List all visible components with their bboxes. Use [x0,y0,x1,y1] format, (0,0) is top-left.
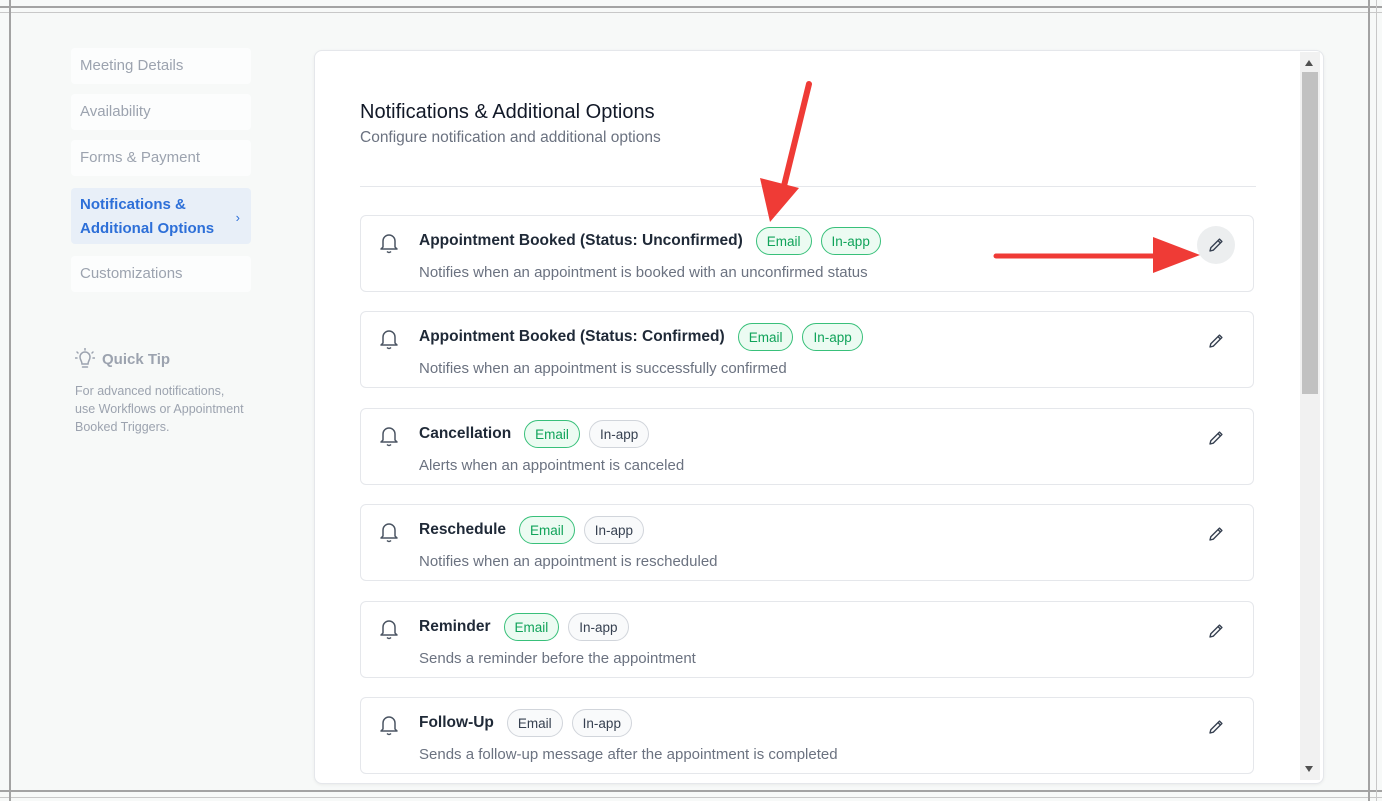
chevron-right-icon: › [235,210,240,225]
divider [360,186,1256,187]
notification-description: Sends a reminder before the appointment [419,650,696,667]
scrollbar[interactable] [1300,52,1320,780]
page-title: Notifications & Additional Options [360,101,655,123]
notification-row: Cancellation Email In-app Alerts when an ap… [360,408,1254,485]
scroll-down-arrow-icon[interactable] [1305,766,1313,772]
notification-name: Appointment Booked (Status: Unconfirmed) [419,232,743,249]
inapp-badge[interactable]: In-app [571,709,632,737]
email-badge[interactable]: Email [524,420,580,448]
notification-row: Reminder Email In-app Sends a reminder befo… [360,601,1254,678]
email-badge[interactable]: Email [737,323,794,351]
edit-button[interactable] [1197,515,1235,553]
notification-description: Sends a follow-up message after the appo… [419,746,838,763]
notification-name: Reschedule [419,521,507,538]
sidebar-item-availability[interactable]: Availability [71,94,251,130]
scrollbar-thumb[interactable] [1302,72,1318,394]
notification-name: Reminder [419,618,491,635]
sidebar-item-label: Notifications & Additional Options [80,196,215,237]
notification-row: Appointment Booked (Status: Unconfirmed)… [360,215,1254,292]
frame-line-bottom-inner [0,797,1382,798]
frame-line-top [0,6,1382,8]
quick-tip-title: Quick Tip [102,350,171,368]
notification-description: Alerts when an appointment is canceled [419,457,685,474]
notification-name: Cancellation [419,425,512,442]
lightbulb-icon [75,348,95,368]
bell-icon [379,425,399,452]
inapp-badge[interactable]: In-app [583,516,645,544]
edit-button[interactable] [1197,322,1235,360]
notification-row: Follow-Up Email In-app Sends a follow-up me… [360,697,1254,774]
email-badge[interactable]: Email [519,516,575,544]
email-badge[interactable]: Email [506,709,563,737]
edit-button[interactable] [1197,419,1235,457]
email-badge[interactable]: Email [755,227,812,255]
edit-button[interactable] [1197,226,1235,264]
pencil-icon [1207,525,1225,543]
sidebar-item-label: Meeting Details [80,57,184,74]
inapp-badge[interactable]: In-app [802,323,863,351]
frame-line-bottom [0,790,1382,792]
notification-name: Follow-Up [419,714,494,731]
quick-tip-text: For advanced notifications, use Workflow… [75,384,244,434]
frame-line-top-inner [0,12,1382,13]
sidebar-item-meeting-details[interactable]: Meeting Details [71,48,251,84]
scroll-up-arrow-icon[interactable] [1305,60,1313,66]
frame-line-right-outer [1376,0,1377,801]
edit-button[interactable] [1197,612,1235,650]
inapp-badge[interactable]: In-app [588,420,650,448]
frame-line-left [9,0,11,801]
pencil-icon [1207,236,1225,254]
sidebar-item-notifications[interactable]: Notifications & Additional Options › [71,188,251,244]
inapp-badge[interactable]: In-app [568,613,629,641]
sidebar-item-forms-payment[interactable]: Forms & Payment [71,140,251,176]
sidebar-item-label: Customizations [80,265,183,282]
pencil-icon [1207,622,1225,640]
frame-line-right [1368,0,1370,801]
quick-tip: Quick Tip For advanced notifications, us… [75,348,255,436]
bell-icon [379,618,399,645]
pencil-icon [1207,718,1225,736]
sidebar-item-label: Availability [80,103,151,120]
notification-description: Notifies when an appointment is successf… [419,360,787,377]
bell-icon [379,521,399,548]
pencil-icon [1207,332,1225,350]
email-badge[interactable]: Email [503,613,560,641]
edit-button[interactable] [1197,708,1235,746]
notification-row: Appointment Booked (Status: Confirmed) Em… [360,311,1254,388]
inapp-badge[interactable]: In-app [820,227,881,255]
page-subtitle: Configure notification and additional op… [360,129,661,146]
bell-icon [379,328,399,355]
pencil-icon [1207,429,1225,447]
notification-description: Notifies when an appointment is reschedu… [419,553,718,570]
sidebar-item-label: Forms & Payment [80,149,201,166]
notification-row: Reschedule Email In-app Notifies when an ap… [360,504,1254,581]
sidebar-item-customizations[interactable]: Customizations [71,256,251,292]
notification-description: Notifies when an appointment is booked w… [419,264,868,281]
bell-icon [379,714,399,741]
bell-icon [379,232,399,259]
notification-name: Appointment Booked (Status: Confirmed) [419,328,725,345]
notifications-card: Notifications & Additional Options Confi… [314,50,1324,784]
